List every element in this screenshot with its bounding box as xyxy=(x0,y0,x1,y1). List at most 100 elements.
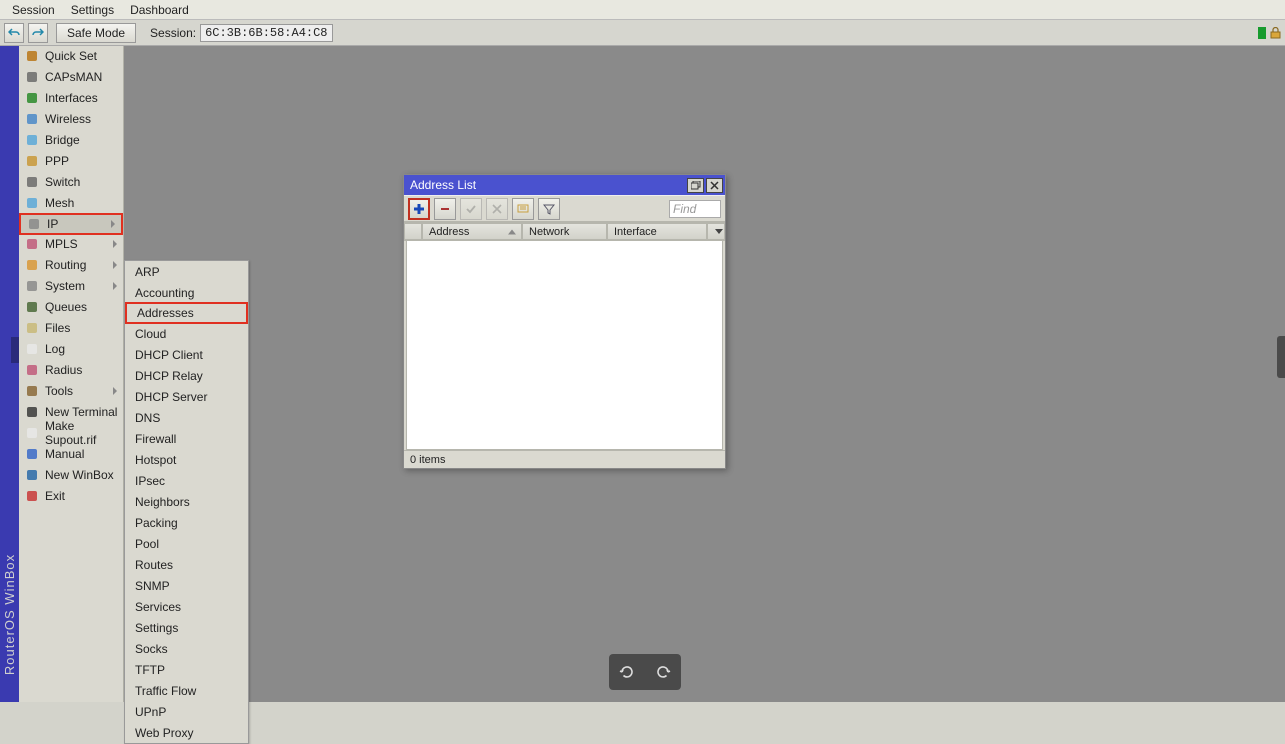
enable-button[interactable] xyxy=(460,198,482,220)
sidebar-item-bridge[interactable]: Bridge xyxy=(19,130,123,151)
sidebar-item-switch[interactable]: Switch xyxy=(19,172,123,193)
sidebar-item-label: Radius xyxy=(45,363,82,377)
sidebar-item-log[interactable]: Log xyxy=(19,339,123,360)
col-dropdown[interactable] xyxy=(707,223,725,240)
ip-submenu-neighbors[interactable]: Neighbors xyxy=(125,491,248,512)
ip-submenu-dhcp-server[interactable]: DHCP Server xyxy=(125,386,248,407)
menu-session[interactable]: Session xyxy=(4,1,63,19)
sidebar-item-quick-set[interactable]: Quick Set xyxy=(19,46,123,67)
x-icon xyxy=(491,203,503,215)
ip-submenu: ARPAccountingAddressesCloudDHCP ClientDH… xyxy=(124,260,249,744)
status-text: 0 items xyxy=(410,454,445,466)
col-address[interactable]: Address xyxy=(422,223,522,240)
ip-submenu-services[interactable]: Services xyxy=(125,596,248,617)
sidebar-item-label: MPLS xyxy=(45,237,78,251)
window-restore-button[interactable] xyxy=(687,178,704,193)
col-interface[interactable]: Interface xyxy=(607,223,707,240)
ip-submenu-routes[interactable]: Routes xyxy=(125,554,248,575)
session-label: Session: xyxy=(150,26,196,40)
filter-button[interactable] xyxy=(538,198,560,220)
ip-submenu-pool[interactable]: Pool xyxy=(125,533,248,554)
sidebar-item-new-winbox[interactable]: New WinBox xyxy=(19,465,123,486)
make-supout-icon xyxy=(25,426,39,440)
sidebar-item-label: CAPsMAN xyxy=(45,70,102,84)
find-input[interactable]: Find xyxy=(669,200,721,218)
toolbar: Safe Mode Session: 6C:3B:6B:58:A4:C8 xyxy=(0,20,1285,46)
sidebar-item-label: Wireless xyxy=(45,112,91,126)
sidebar-item-manual[interactable]: Manual xyxy=(19,444,123,465)
ip-submenu-hotspot[interactable]: Hotspot xyxy=(125,449,248,470)
sidebar-item-capsman[interactable]: CAPsMAN xyxy=(19,67,123,88)
col-flag[interactable] xyxy=(404,223,422,240)
col-network[interactable]: Network xyxy=(522,223,607,240)
sidebar-item-exit[interactable]: Exit xyxy=(19,486,123,507)
mesh-icon xyxy=(25,196,39,210)
ip-submenu-settings[interactable]: Settings xyxy=(125,617,248,638)
sidebar-item-label: IP xyxy=(47,217,58,231)
sidebar-item-radius[interactable]: Radius xyxy=(19,360,123,381)
sidebar-item-wireless[interactable]: Wireless xyxy=(19,109,123,130)
menu-dashboard[interactable]: Dashboard xyxy=(122,1,197,19)
sidebar-item-label: Log xyxy=(45,342,65,356)
window-close-button[interactable] xyxy=(706,178,723,193)
restore-icon xyxy=(691,181,701,190)
tools-icon xyxy=(25,384,39,398)
session-id: 6C:3B:6B:58:A4:C8 xyxy=(200,24,332,42)
toolbar-indicators xyxy=(1258,27,1281,39)
ip-submenu-arp[interactable]: ARP xyxy=(125,261,248,282)
sidebar-item-make-supout[interactable]: Make Supout.rif xyxy=(19,423,123,444)
sidebar-item-mpls[interactable]: MPLS xyxy=(19,234,123,255)
sidebar-item-ppp[interactable]: PPP xyxy=(19,151,123,172)
sidebar-item-ip[interactable]: IP xyxy=(19,213,123,235)
ip-submenu-dns[interactable]: DNS xyxy=(125,407,248,428)
sidebar-item-interfaces[interactable]: Interfaces xyxy=(19,88,123,109)
ip-submenu-ipsec[interactable]: IPsec xyxy=(125,470,248,491)
log-icon xyxy=(25,342,39,356)
sidebar-item-label: Queues xyxy=(45,300,87,314)
ip-icon xyxy=(27,217,41,231)
right-notch[interactable] xyxy=(1277,336,1285,378)
sidebar-item-label: Files xyxy=(45,321,70,335)
ip-submenu-tftp[interactable]: TFTP xyxy=(125,659,248,680)
undo-icon xyxy=(8,28,20,38)
switch-icon xyxy=(25,175,39,189)
sidebar-item-label: Interfaces xyxy=(45,91,98,105)
ip-submenu-upnp[interactable]: UPnP xyxy=(125,701,248,722)
ip-submenu-addresses[interactable]: Addresses xyxy=(125,302,248,324)
table-header: Address Network Interface xyxy=(404,223,725,241)
menu-settings[interactable]: Settings xyxy=(63,1,122,19)
ip-submenu-firewall[interactable]: Firewall xyxy=(125,428,248,449)
rotate-ccw-icon[interactable] xyxy=(618,663,636,681)
bridge-icon xyxy=(25,133,39,147)
sidebar-item-queues[interactable]: Queues xyxy=(19,297,123,318)
ip-submenu-packing[interactable]: Packing xyxy=(125,512,248,533)
sidebar-item-mesh[interactable]: Mesh xyxy=(19,193,123,214)
undo-button[interactable] xyxy=(4,23,24,43)
ip-submenu-web-proxy[interactable]: Web Proxy xyxy=(125,722,248,743)
sidebar-item-label: Tools xyxy=(45,384,73,398)
window-titlebar[interactable]: Address List xyxy=(404,175,725,195)
sidebar-item-routing[interactable]: Routing xyxy=(19,255,123,276)
sidebar-item-files[interactable]: Files xyxy=(19,318,123,339)
redo-button[interactable] xyxy=(28,23,48,43)
ip-submenu-accounting[interactable]: Accounting xyxy=(125,282,248,303)
ip-submenu-dhcp-relay[interactable]: DHCP Relay xyxy=(125,365,248,386)
window-statusbar: 0 items xyxy=(404,450,725,468)
sidebar-item-tools[interactable]: Tools xyxy=(19,381,123,402)
table-body[interactable] xyxy=(406,241,723,450)
add-button[interactable] xyxy=(408,198,430,220)
ip-submenu-socks[interactable]: Socks xyxy=(125,638,248,659)
rotate-cw-icon[interactable] xyxy=(654,663,672,681)
sidebar-item-system[interactable]: System xyxy=(19,276,123,297)
ip-submenu-snmp[interactable]: SNMP xyxy=(125,575,248,596)
disable-button[interactable] xyxy=(486,198,508,220)
ip-submenu-dhcp-client[interactable]: DHCP Client xyxy=(125,344,248,365)
ip-submenu-cloud[interactable]: Cloud xyxy=(125,323,248,344)
ip-submenu-traffic-flow[interactable]: Traffic Flow xyxy=(125,680,248,701)
queues-icon xyxy=(25,300,39,314)
comment-icon xyxy=(517,203,529,215)
comment-button[interactable] xyxy=(512,198,534,220)
remove-button[interactable] xyxy=(434,198,456,220)
safe-mode-button[interactable]: Safe Mode xyxy=(56,23,136,43)
menubar: Session Settings Dashboard xyxy=(0,0,1285,20)
